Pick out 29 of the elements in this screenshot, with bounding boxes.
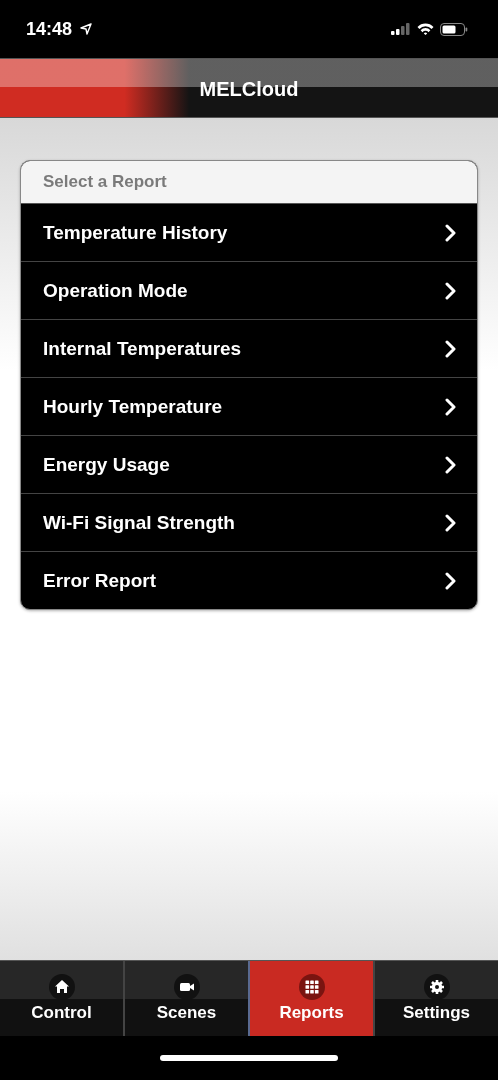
signal-icon xyxy=(391,23,411,35)
report-list-item[interactable]: Internal Temperatures xyxy=(21,319,477,377)
tab[interactable]: Scenes xyxy=(123,961,248,1036)
status-time: 14:48 xyxy=(26,18,73,40)
tab[interactable]: Control xyxy=(0,961,123,1036)
report-list-item[interactable]: Wi-Fi Signal Strength xyxy=(21,493,477,551)
report-list-item[interactable]: Error Report xyxy=(21,551,477,609)
tab[interactable]: Settings xyxy=(373,961,498,1036)
settings-icon xyxy=(423,974,450,1000)
report-list-item[interactable]: Temperature History xyxy=(21,204,477,261)
report-list-item[interactable]: Hourly Temperature xyxy=(21,377,477,435)
list-heading: Select a Report xyxy=(21,161,477,204)
battery-icon xyxy=(440,22,468,36)
video-camera-icon xyxy=(173,974,200,1000)
grid-icon xyxy=(298,974,325,1000)
location-arrow-icon xyxy=(80,23,93,35)
wifi-icon xyxy=(417,23,434,35)
chevron-right-icon xyxy=(445,571,457,590)
report-list-item[interactable]: Operation Mode xyxy=(21,261,477,319)
chevron-right-icon xyxy=(445,513,457,532)
chevron-right-icon xyxy=(445,223,457,242)
chevron-right-icon xyxy=(445,281,457,300)
chevron-right-icon xyxy=(445,455,457,474)
tab[interactable]: Reports xyxy=(248,961,373,1036)
report-list-item[interactable]: Energy Usage xyxy=(21,435,477,493)
chevron-right-icon xyxy=(445,397,457,416)
chevron-right-icon xyxy=(445,339,457,358)
app-title: MELCloud xyxy=(199,76,299,101)
home-icon xyxy=(48,974,75,1000)
